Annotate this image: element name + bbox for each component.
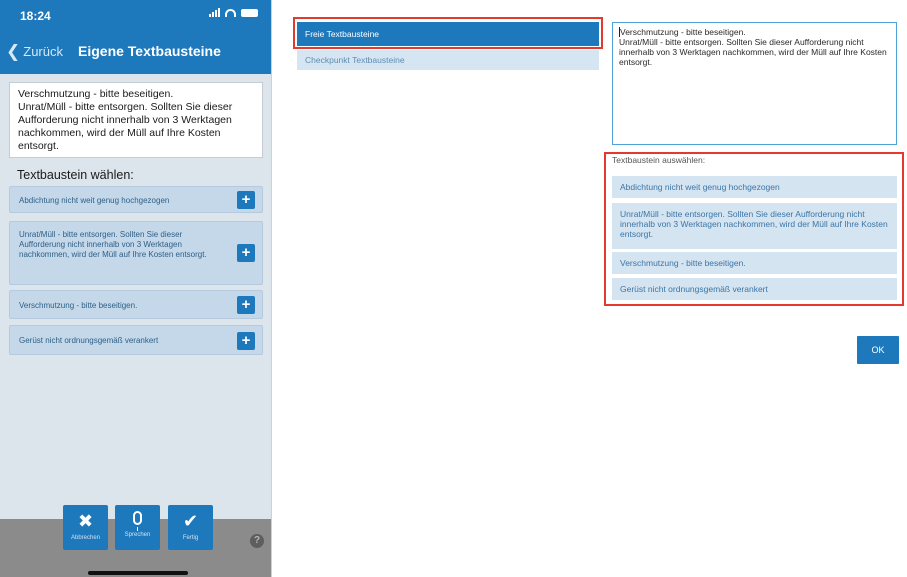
plus-icon[interactable]: + bbox=[237, 244, 255, 262]
highlight-frame-tab bbox=[293, 17, 603, 49]
text-module-label: Verschmutzung - bitte beseitigen. bbox=[19, 301, 138, 310]
microphone-icon bbox=[133, 511, 142, 531]
highlight-frame-list bbox=[604, 152, 904, 306]
battery-icon bbox=[241, 8, 258, 17]
chevron-left-icon: ❮ bbox=[6, 42, 21, 61]
status-icons bbox=[209, 8, 258, 17]
help-icon[interactable]: ? bbox=[250, 534, 264, 548]
speak-button[interactable]: Sprechen bbox=[115, 505, 160, 550]
pick-text-module-label: Textbaustein wählen: bbox=[17, 168, 134, 182]
cancel-label: Abbrechen bbox=[70, 535, 101, 541]
text-module-label: Gerüst nicht ordnungsgemäß verankert bbox=[19, 336, 159, 345]
text-module-item[interactable]: Verschmutzung - bitte beseitigen. + bbox=[9, 290, 263, 319]
text-module-label: Abdichtung nicht weit genug hochgezogen bbox=[19, 196, 170, 205]
back-label: Zurück bbox=[23, 44, 63, 59]
done-label: Fertig bbox=[182, 535, 199, 541]
plus-icon[interactable]: + bbox=[237, 332, 255, 350]
tab-checkpoint-text-modules[interactable]: Checkpunkt Textbausteine bbox=[297, 50, 599, 70]
navigation-bar: ❮ Zurück Eigene Textbausteine bbox=[0, 30, 271, 74]
checkmark-icon: ✔ bbox=[182, 511, 199, 531]
speak-label: Sprechen bbox=[124, 532, 151, 538]
mobile-app-panel: 18:24 ❮ Zurück Eigene Textbausteine Vers… bbox=[0, 0, 272, 577]
text-editor-content: Verschmutzung - bitte beseitigen. Unrat/… bbox=[619, 27, 887, 67]
back-button[interactable]: ❮ Zurück bbox=[6, 42, 63, 61]
status-bar: 18:24 bbox=[0, 0, 271, 30]
close-icon: ✖ bbox=[77, 511, 94, 531]
plus-icon[interactable]: + bbox=[237, 191, 255, 209]
page-title: Eigene Textbausteine bbox=[78, 43, 221, 59]
ok-button[interactable]: OK bbox=[857, 336, 899, 364]
done-button[interactable]: ✔ Fertig bbox=[168, 505, 213, 550]
text-module-item[interactable]: Gerüst nicht ordnungsgemäß verankert + bbox=[9, 325, 263, 355]
cellular-signal-icon bbox=[209, 8, 220, 17]
text-module-item[interactable]: Abdichtung nicht weit genug hochgezogen … bbox=[9, 186, 263, 213]
text-module-label: Unrat/Müll - bitte entsorgen. Sollten Si… bbox=[19, 230, 207, 259]
home-indicator bbox=[88, 571, 188, 575]
text-module-item[interactable]: Unrat/Müll - bitte entsorgen. Sollten Si… bbox=[9, 221, 263, 285]
text-editor-field[interactable]: Verschmutzung - bitte beseitigen. Unrat/… bbox=[612, 22, 897, 145]
text-preview-content: Verschmutzung - bitte beseitigen. Unrat/… bbox=[18, 88, 233, 152]
wifi-icon bbox=[225, 8, 236, 17]
text-preview-field[interactable]: Verschmutzung - bitte beseitigen. Unrat/… bbox=[9, 82, 263, 158]
cancel-button[interactable]: ✖ Abbrechen bbox=[63, 505, 108, 550]
plus-icon[interactable]: + bbox=[237, 296, 255, 314]
status-time: 18:24 bbox=[20, 9, 51, 23]
